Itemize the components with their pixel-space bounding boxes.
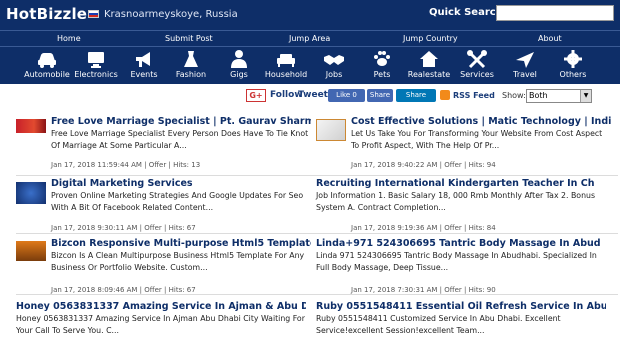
listing-description: Let Us Take You For Transforming Your We… bbox=[351, 129, 603, 150]
listing-description: Bizcon Is A Clean Multipurpose Business … bbox=[51, 251, 305, 272]
listing-meta: Jan 17, 2018 7:30:31 AM | Offer | Hits: … bbox=[351, 286, 496, 294]
facebook-share-button[interactable]: Share bbox=[367, 89, 393, 102]
listing-thumbnail[interactable] bbox=[16, 119, 46, 133]
list-item: Free Love Marriage Specialist | Pt. Gaur… bbox=[16, 116, 311, 176]
tools-icon bbox=[467, 50, 487, 69]
divider bbox=[316, 175, 618, 176]
plane-icon bbox=[516, 52, 534, 68]
tweet-button[interactable]: Tweet bbox=[298, 90, 328, 100]
listing-thumbnail[interactable] bbox=[16, 241, 46, 261]
show-filter-select[interactable]: Both ▼ bbox=[526, 89, 592, 103]
list-item: Cost Effective Solutions | Matic Technol… bbox=[316, 116, 611, 176]
list-item: Recruiting International Kindergarten Te… bbox=[316, 178, 608, 234]
top-bar: HotBizzle Krasnoarmeyskoye, Russia Quick… bbox=[0, 0, 620, 30]
divider bbox=[16, 175, 318, 176]
listing-title[interactable]: Digital Marketing Services bbox=[51, 178, 311, 189]
russia-flag-icon bbox=[88, 10, 99, 18]
list-item: Ruby 0551548411 Essential Oil Refresh Se… bbox=[316, 301, 608, 343]
listing-thumbnail[interactable] bbox=[316, 119, 346, 141]
car-icon bbox=[38, 53, 56, 68]
megaphone-icon bbox=[136, 52, 150, 67]
house-icon bbox=[420, 51, 438, 67]
sofa-icon bbox=[277, 54, 295, 67]
divider bbox=[316, 233, 618, 234]
listing-meta: Jan 17, 2018 9:30:11 AM | Offer | Hits: … bbox=[51, 224, 196, 232]
divider bbox=[16, 294, 318, 295]
nav-submit-post[interactable]: Submit Post bbox=[165, 34, 213, 43]
listing-title[interactable]: Bizcon Responsive Multi-purpose Html5 Te… bbox=[51, 238, 311, 249]
dress-icon bbox=[184, 51, 198, 67]
listing-meta: Jan 17, 2018 8:09:46 AM | Offer | Hits: … bbox=[51, 286, 196, 294]
nav-home[interactable]: Home bbox=[57, 34, 81, 43]
chevron-down-icon: ▼ bbox=[580, 90, 591, 102]
listing-thumbnail[interactable] bbox=[16, 182, 46, 204]
listing-title[interactable]: Honey 0563831337 Amazing Service In Ajma… bbox=[16, 301, 306, 312]
listing-meta: Jan 17, 2018 9:40:22 AM | Offer | Hits: … bbox=[351, 161, 496, 169]
linkedin-share-button[interactable]: Share bbox=[396, 89, 436, 102]
rss-icon[interactable] bbox=[440, 90, 450, 100]
listing-description: Ruby 0551548411 Customized Service In Ab… bbox=[316, 314, 561, 335]
listing-title[interactable]: Recruiting International Kindergarten Te… bbox=[316, 178, 606, 189]
nav-jump-country[interactable]: Jump Country bbox=[403, 34, 458, 43]
handshake-icon bbox=[324, 55, 344, 65]
electronics-icon bbox=[88, 52, 104, 68]
listing-description: Job Information 1. Basic Salary 18, 000 … bbox=[316, 191, 596, 212]
listing-title[interactable]: Linda+971 524306695 Tantric Body Massage… bbox=[316, 238, 606, 249]
listing-description: Proven Online Marketing Strategies And G… bbox=[51, 191, 304, 212]
listing-meta: Jan 17, 2018 9:19:36 AM | Offer | Hits: … bbox=[351, 224, 496, 232]
listing-description: Free Love Marriage Specialist Every Pers… bbox=[51, 129, 309, 150]
show-filter-label: Show: bbox=[502, 91, 526, 100]
list-item: Bizcon Responsive Multi-purpose Html5 Te… bbox=[16, 238, 311, 294]
rss-feed-link[interactable]: RSS Feed bbox=[453, 91, 495, 100]
listing-title[interactable]: Cost Effective Solutions | Matic Technol… bbox=[351, 116, 611, 127]
nav-about[interactable]: About bbox=[538, 34, 562, 43]
current-location[interactable]: Krasnoarmeyskoye, Russia bbox=[104, 9, 238, 20]
listing-title[interactable]: Ruby 0551548411 Essential Oil Refresh Se… bbox=[316, 301, 606, 312]
listing-description: Linda 971 524306695 Tantric Body Massage… bbox=[316, 251, 597, 272]
person-icon bbox=[231, 50, 247, 68]
category-automobile[interactable]: Automobile bbox=[19, 49, 75, 79]
facebook-like-button[interactable]: Like 0 bbox=[328, 89, 365, 102]
paw-icon bbox=[374, 51, 390, 66]
site-logo[interactable]: HotBizzle bbox=[6, 5, 87, 23]
listing-meta: Jan 17, 2018 11:59:44 AM | Offer | Hits:… bbox=[51, 161, 201, 169]
nav-jump-area[interactable]: Jump Area bbox=[289, 34, 330, 43]
listing-description: Honey 0563831337 Amazing Service In Ajma… bbox=[16, 314, 305, 335]
list-item: Honey 0563831337 Amazing Service In Ajma… bbox=[16, 301, 308, 343]
divider bbox=[316, 294, 618, 295]
gear-icon bbox=[564, 50, 582, 68]
divider bbox=[16, 233, 318, 234]
google-plus-button[interactable]: G+ bbox=[246, 89, 266, 102]
quick-search-input[interactable] bbox=[496, 5, 614, 21]
list-item: Digital Marketing Services Proven Online… bbox=[16, 178, 308, 234]
main-nav: Home Submit Post Jump Area Jump Country … bbox=[0, 30, 620, 46]
list-item: Linda+971 524306695 Tantric Body Massage… bbox=[316, 238, 608, 294]
listing-title[interactable]: Free Love Marriage Specialist | Pt. Gaur… bbox=[51, 116, 311, 127]
category-bar: Automobile Electronics Events Fashion Gi… bbox=[0, 46, 620, 84]
show-filter-value: Both bbox=[529, 91, 548, 100]
category-others[interactable]: Others bbox=[545, 49, 601, 79]
